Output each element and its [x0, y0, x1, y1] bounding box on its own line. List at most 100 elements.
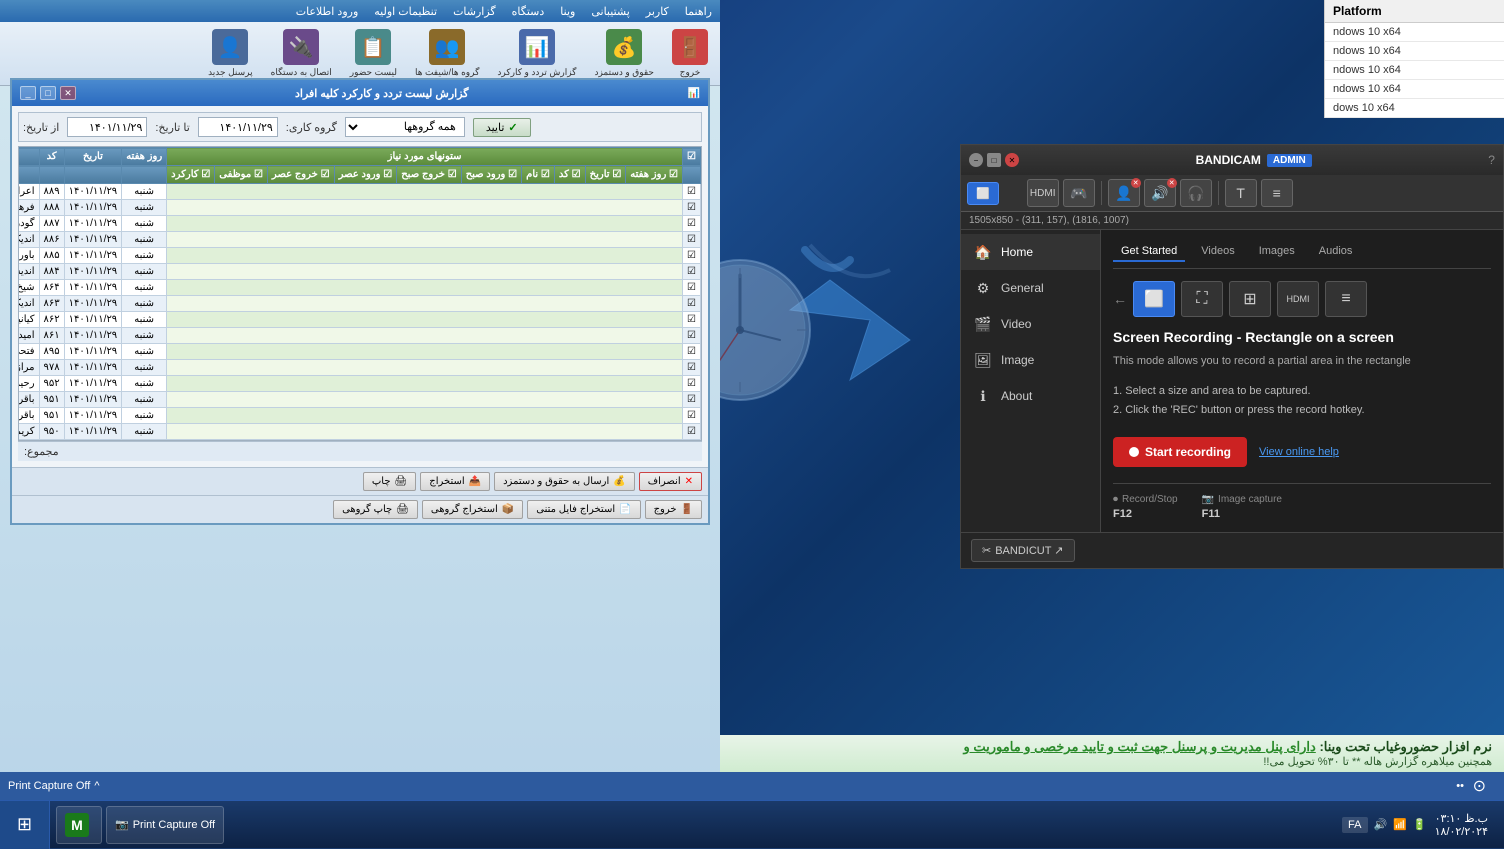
btn-khorooj[interactable]: 🚪 خروج	[645, 500, 702, 519]
mode-around[interactable]: ⊞	[1229, 281, 1271, 317]
toolbar-khorooj[interactable]: 🚪 خروج	[666, 27, 714, 80]
table-row[interactable]: ☑ شنبه ۱۴۰۱/۱۱/۲۹ ۹۵۲ رحیمی زاده سید جعف…	[18, 376, 701, 392]
row-checkbox[interactable]: ☑	[683, 184, 701, 200]
table-row[interactable]: ☑ شنبه ۱۴۰۱/۱۱/۲۹ ۸۸۹ اعرابی قلعه ای ذوا…	[18, 184, 701, 200]
toolbar-list-hozoor[interactable]: 📋 لیست حضور	[344, 27, 403, 80]
table-row[interactable]: ☑ شنبه ۱۴۰۱/۱۱/۲۹ ۸۸۵ باورزاده بهزاد ۶:۱…	[18, 248, 701, 264]
nav-general[interactable]: ⚙ General	[961, 270, 1100, 306]
bandicut-btn[interactable]: ✂ BANDICUT ↗	[971, 539, 1075, 562]
row-name: فتحی گردلیدانی اسفندیار	[18, 344, 39, 360]
btn-estakhraj-matni[interactable]: 📄 استخراج فایل متنی	[527, 500, 640, 519]
menu-vina[interactable]: وینا	[556, 4, 579, 19]
bandi-more-btn[interactable]: ≡	[1261, 179, 1293, 207]
table-row[interactable]: ☑ شنبه ۱۴۰۱/۱۱/۲۹ ۸۹۵ فتحی گردلیدانی اسف…	[18, 344, 701, 360]
mode-rectangle[interactable]: ⬜	[1133, 281, 1175, 317]
start-recording-btn[interactable]: Start recording	[1113, 437, 1247, 467]
row-checkbox[interactable]: ☑	[683, 360, 701, 376]
bandi-rectangle-btn[interactable]: ⬜	[967, 182, 999, 205]
battery-icon[interactable]: 🔋	[1413, 818, 1427, 831]
table-row[interactable]: ☑ شنبه ۱۴۰۱/۱۱/۲۹ ۹۵۱ باقری اصغر ۶:۱۷	[18, 392, 701, 408]
table-row[interactable]: ☑ شنبه ۱۴۰۱/۱۱/۲۹ ۸۶۱ امیدی قاسم ۵:۵۶	[18, 328, 701, 344]
dialog-close-btn[interactable]: ✕	[60, 86, 76, 100]
row-checkbox[interactable]: ☑	[683, 216, 701, 232]
toolbar-groohha[interactable]: 👥 گروه ها/شیفت ها	[409, 27, 485, 80]
btn-ansaraf[interactable]: ✕ انصراف	[639, 472, 702, 491]
table-row[interactable]: ☑ شنبه ۱۴۰۱/۱۱/۲۹ ۸۶۲ کیانیو صادق ۶:۱۰	[18, 312, 701, 328]
toolbar-ettesal[interactable]: 🔌 اتصال به دستگاه	[265, 27, 338, 80]
row-checkbox[interactable]: ☑	[683, 200, 701, 216]
row-checkbox[interactable]: ☑	[683, 408, 701, 424]
table-row[interactable]: ☑ شنبه ۱۴۰۱/۱۱/۲۹ ۸۶۴ شیخ ابوالحسنی علی …	[18, 280, 701, 296]
bandi-hdmi-btn[interactable]: HDMI	[1027, 179, 1059, 207]
table-row[interactable]: ☑ شنبه ۱۴۰۱/۱۱/۲۹ ۸۸۸ فرهادی هادی	[18, 200, 701, 216]
from-date-input[interactable]	[67, 117, 147, 137]
btn-estakhraj[interactable]: 📤 استخراج	[420, 472, 490, 491]
menu-poshtibani[interactable]: پشتیبانی	[587, 4, 633, 19]
menu-karbor[interactable]: کاربر	[642, 4, 673, 19]
tab-get-started[interactable]: Get Started	[1113, 242, 1185, 262]
lang-btn[interactable]: FA	[1342, 819, 1367, 831]
volume-icon[interactable]: 🔊	[1374, 818, 1388, 831]
taskbar-item-m[interactable]: M	[56, 806, 102, 844]
table-row[interactable]: ☑ شنبه ۱۴۰۱/۱۱/۲۹ ۹۷۸ مرازعی منصور ۶:۲۲	[18, 360, 701, 376]
bandicam-maximize-btn[interactable]: □	[987, 153, 1001, 167]
dialog-minimize-btn[interactable]: _	[20, 86, 36, 100]
table-row[interactable]: ☑ شنبه ۱۴۰۱/۱۱/۲۹ ۸۸۷ گودرزی دره زنگی مح…	[18, 216, 701, 232]
bandi-webcam-btn[interactable]: 👤 ✕	[1108, 179, 1140, 207]
toolbar-personnel[interactable]: 👤 پرسنل جدید	[202, 27, 259, 80]
bandi-mic-btn[interactable]: 🔊 ✕	[1144, 179, 1176, 207]
row-checkbox[interactable]: ☑	[683, 424, 701, 440]
menu-vorod[interactable]: ورود اطلاعات	[292, 4, 363, 19]
print-caret-icon: ^	[94, 780, 99, 792]
nav-video[interactable]: 🎬 Video	[961, 306, 1100, 342]
row-checkbox[interactable]: ☑	[683, 328, 701, 344]
menu-gozareshat[interactable]: گزارشات	[449, 4, 500, 19]
row-checkbox[interactable]: ☑	[683, 344, 701, 360]
row-checkbox[interactable]: ☑	[683, 376, 701, 392]
row-checkbox[interactable]: ☑	[683, 248, 701, 264]
bandi-headphone-btn[interactable]: 🎧	[1180, 179, 1212, 207]
menu-tanzimate[interactable]: تنظیمات اولیه	[370, 4, 441, 19]
row-checkbox[interactable]: ☑	[683, 264, 701, 280]
network-icon[interactable]: 📶	[1393, 818, 1407, 831]
row-checkbox[interactable]: ☑	[683, 232, 701, 248]
tab-videos[interactable]: Videos	[1193, 242, 1242, 262]
table-row[interactable]: ☑ شنبه ۱۴۰۱/۱۱/۲۹ ۸۸۴ اندیشه منصب	[18, 264, 701, 280]
nav-image[interactable]: 🖼 Image	[961, 342, 1100, 378]
mode-hdmi2[interactable]: HDMI	[1277, 281, 1319, 317]
menu-dastgah[interactable]: دستگاه	[508, 4, 549, 19]
mode-fullscreen[interactable]: ⛶	[1181, 281, 1223, 317]
row-checkbox[interactable]: ☑	[683, 296, 701, 312]
bandi-game-btn[interactable]: 🎮	[1063, 179, 1095, 207]
view-online-help-link[interactable]: View online help	[1259, 446, 1339, 458]
table-row[interactable]: ☑ شنبه ۱۴۰۱/۱۱/۲۹ ۹۵۰ کریم نژاد اصل بهاد…	[18, 424, 701, 440]
dialog-restore-btn[interactable]: □	[40, 86, 56, 100]
table-row[interactable]: ☑ شنبه ۱۴۰۱/۱۱/۲۹ ۸۸۶ اندیک رضا ۶:۱۹	[18, 232, 701, 248]
table-row[interactable]: ☑ شنبه ۱۴۰۱/۱۱/۲۹ ۹۵۱ باقری اصغر ۶:۱۷	[18, 408, 701, 424]
bandi-text-btn[interactable]: T	[1225, 179, 1257, 207]
start-button[interactable]: ⊞	[0, 801, 50, 849]
nav-about[interactable]: ℹ About	[961, 378, 1100, 414]
row-checkbox[interactable]: ☑	[683, 392, 701, 408]
toolbar-hoghoogh[interactable]: 💰 حقوق و دستمزد	[588, 27, 660, 80]
back-btn[interactable]: ←	[1113, 281, 1127, 317]
btn-ersal-hoghoogh[interactable]: 💰 ارسال به حقوق و دستمزد	[494, 472, 635, 491]
btn-chaap[interactable]: 🖨 چاپ	[363, 472, 416, 491]
confirm-button[interactable]: ✓ تایید	[473, 118, 531, 137]
to-date-input[interactable]	[198, 117, 278, 137]
tab-audios[interactable]: Audios	[1311, 242, 1361, 262]
group-select[interactable]: همه گروهها	[345, 117, 465, 137]
row-checkbox[interactable]: ☑	[683, 312, 701, 328]
menu-rahnama[interactable]: راهنما	[681, 4, 716, 19]
row-checkbox[interactable]: ☑	[683, 280, 701, 296]
tab-images[interactable]: Images	[1251, 242, 1303, 262]
mode-more2[interactable]: ≡	[1325, 281, 1367, 317]
toolbar-gozaresh[interactable]: 📊 گزارش تردد و کارکرد	[491, 27, 582, 80]
bandicam-minimize-btn[interactable]: −	[969, 153, 983, 167]
bandicam-close-btn[interactable]: ✕	[1005, 153, 1019, 167]
btn-chaap-groohi[interactable]: 🖨 چاپ گروهی	[333, 500, 418, 519]
taskbar-item-printcapture[interactable]: 📷 Print Capture Off	[106, 806, 224, 844]
btn-estakhraj-groohi[interactable]: 📦 استخراج گروهی	[422, 500, 523, 519]
nav-home[interactable]: 🏠 Home	[961, 234, 1100, 270]
table-row[interactable]: ☑ شنبه ۱۴۰۱/۱۱/۲۹ ۸۶۳ اندیک فرسید ۶:۱۲	[18, 296, 701, 312]
